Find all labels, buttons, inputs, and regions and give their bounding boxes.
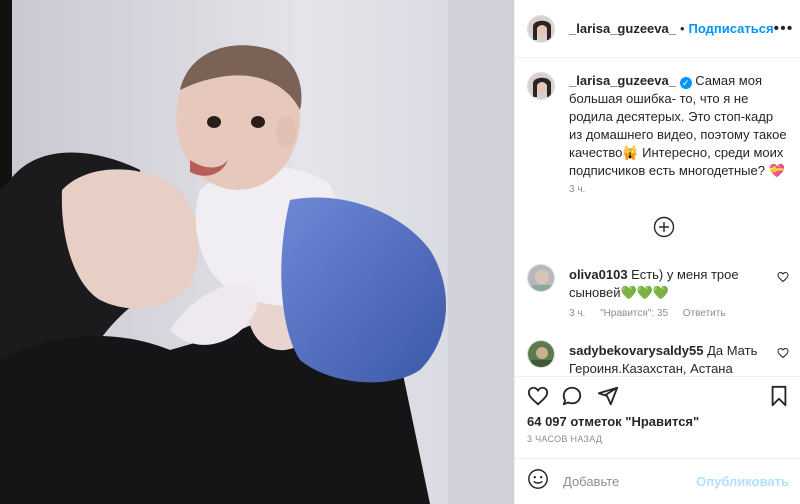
commenter-avatar[interactable] <box>527 264 555 292</box>
comment-likes[interactable]: "Нравится": 35 <box>600 308 668 319</box>
bookmark-icon[interactable] <box>769 385 789 412</box>
verified-badge-icon: ✓ <box>679 77 692 89</box>
plus-circle-icon[interactable] <box>653 216 675 243</box>
follow-button[interactable]: Подписаться <box>689 21 774 36</box>
likes-count[interactable]: 64 097 отметок "Нравится" <box>527 414 699 429</box>
author-username[interactable]: _larisa_guzeeva_ <box>569 21 676 36</box>
caption-text: Самая моя большая ошибка- то, что я не р… <box>569 73 787 178</box>
post-photo[interactable] <box>0 0 514 504</box>
caption-time: 3 ч. <box>569 184 586 195</box>
header-separator: • <box>679 21 685 36</box>
smiley-icon[interactable] <box>527 468 549 495</box>
commenter-avatar[interactable] <box>527 340 555 368</box>
heart-icon[interactable] <box>527 385 549 412</box>
add-comment-bar: Добавьте Опубликовать <box>515 458 800 504</box>
post-date: 3 ЧАСОВ НАЗАД <box>527 434 603 444</box>
photo-still-frame <box>0 0 514 504</box>
comment-username[interactable]: sadybekovarysaldy55 <box>569 343 703 358</box>
comment-icon[interactable] <box>561 385 583 412</box>
reply-button[interactable]: Ответить <box>683 308 726 319</box>
post-caption: _larisa_guzeeva_ ✓ Самая моя большая оши… <box>515 72 800 180</box>
comment-item: sadybekovarysaldy55 Да Мать Героиня.Каза… <box>527 340 789 376</box>
caption-username[interactable]: _larisa_guzeeva_ <box>569 73 676 88</box>
comment-time: 3 ч. <box>569 308 586 319</box>
comment-username[interactable]: oliva0103 <box>569 267 628 282</box>
comment-text-block: oliva0103 Есть) у меня трое сыновей💚💚💚 <box>569 266 779 302</box>
post-header: _larisa_guzeeva_ • Подписаться ••• <box>515 0 800 58</box>
add-comment-input[interactable]: Добавьте <box>563 474 619 489</box>
publish-button[interactable]: Опубликовать <box>696 474 789 489</box>
instagram-post: _larisa_guzeeva_ • Подписаться ••• _lari… <box>0 0 800 504</box>
heart-icon[interactable] <box>777 270 789 288</box>
comment-text-block: sadybekovarysaldy55 Да Мать Героиня.Каза… <box>569 342 779 378</box>
caption-text-block: _larisa_guzeeva_ ✓ Самая моя большая оши… <box>569 72 789 180</box>
share-icon[interactable] <box>597 385 619 412</box>
comment-item: oliva0103 Есть) у меня трое сыновей💚💚💚 3… <box>527 264 789 324</box>
caption-avatar[interactable] <box>527 72 555 100</box>
post-side-panel: _larisa_guzeeva_ • Подписаться ••• _lari… <box>514 0 800 504</box>
comment-meta: 3 ч. "Нравится": 35 Ответить <box>569 308 738 319</box>
more-options-button[interactable]: ••• <box>774 20 794 38</box>
heart-icon[interactable] <box>777 346 789 364</box>
post-actions-bar <box>515 376 800 412</box>
author-avatar[interactable] <box>527 14 555 43</box>
